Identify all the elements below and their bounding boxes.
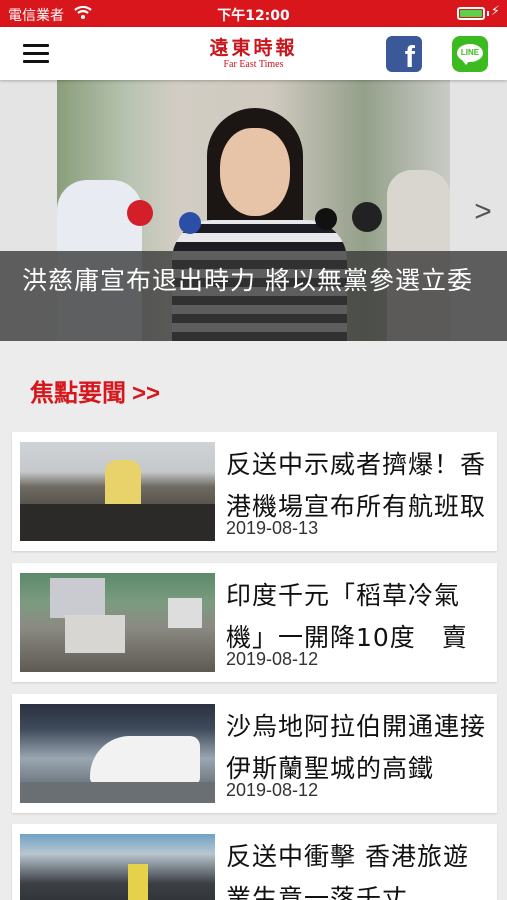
app-header: 遠東時報 Far East Times f LINE xyxy=(0,27,507,80)
facebook-icon[interactable]: f xyxy=(386,36,422,72)
status-bar: 電信業者 下午12:00 ⚡ xyxy=(0,0,507,27)
news-card[interactable]: 沙烏地阿拉伯開通連接伊斯蘭聖城的高鐵 2019-08-12 xyxy=(12,694,497,813)
logo-chinese: 遠東時報 xyxy=(209,37,298,59)
news-date: 2019-08-13 xyxy=(226,518,319,538)
news-title: 反送中衝擊 香港旅遊業生意一落千丈 xyxy=(226,842,469,900)
news-title: 印度千元「稻草冷氣機」一開降10度 賣翻了 xyxy=(226,581,468,652)
news-title: 沙烏地阿拉伯開通連接伊斯蘭聖城的高鐵 xyxy=(226,712,487,783)
section-more-link[interactable]: >> xyxy=(132,380,160,407)
charging-bolt-icon: ⚡ xyxy=(490,4,500,19)
news-thumbnail xyxy=(20,834,215,900)
news-thumbnail xyxy=(20,704,215,803)
news-card[interactable]: 反送中衝擊 香港旅遊業生意一落千丈 xyxy=(12,824,497,900)
battery-icon xyxy=(457,7,485,20)
battery-cap xyxy=(487,11,489,16)
hamburger-menu-icon[interactable] xyxy=(20,40,54,68)
status-time: 下午12:00 xyxy=(217,8,290,24)
line-icon[interactable]: LINE xyxy=(452,36,488,72)
carousel-next-icon[interactable]: > xyxy=(468,192,498,232)
section-title-label: 焦點要聞 xyxy=(30,379,126,407)
news-title: 反送中示威者擠爆！香港機場宣布所有航班取消 xyxy=(226,450,487,521)
news-card[interactable]: 反送中示威者擠爆！香港機場宣布所有航班取消 2019-08-13 xyxy=(12,432,497,551)
news-thumbnail xyxy=(20,573,215,672)
hero-caption[interactable]: 洪慈庸宣布退出時力 將以無黨參選立委 xyxy=(0,251,507,341)
news-date: 2019-08-12 xyxy=(226,780,319,800)
app-logo[interactable]: 遠東時報 Far East Times xyxy=(200,37,307,70)
news-thumbnail xyxy=(20,442,215,541)
logo-english: Far East Times xyxy=(223,59,284,70)
line-label: LINE xyxy=(457,44,483,62)
section-title-focus-news[interactable]: 焦點要聞 >> xyxy=(30,373,160,408)
news-date: 2019-08-12 xyxy=(226,649,319,669)
news-card[interactable]: 印度千元「稻草冷氣機」一開降10度 賣翻了 2019-08-12 xyxy=(12,563,497,682)
hero-carousel: > 洪慈庸宣布退出時力 將以無黨參選立委 xyxy=(0,80,507,341)
